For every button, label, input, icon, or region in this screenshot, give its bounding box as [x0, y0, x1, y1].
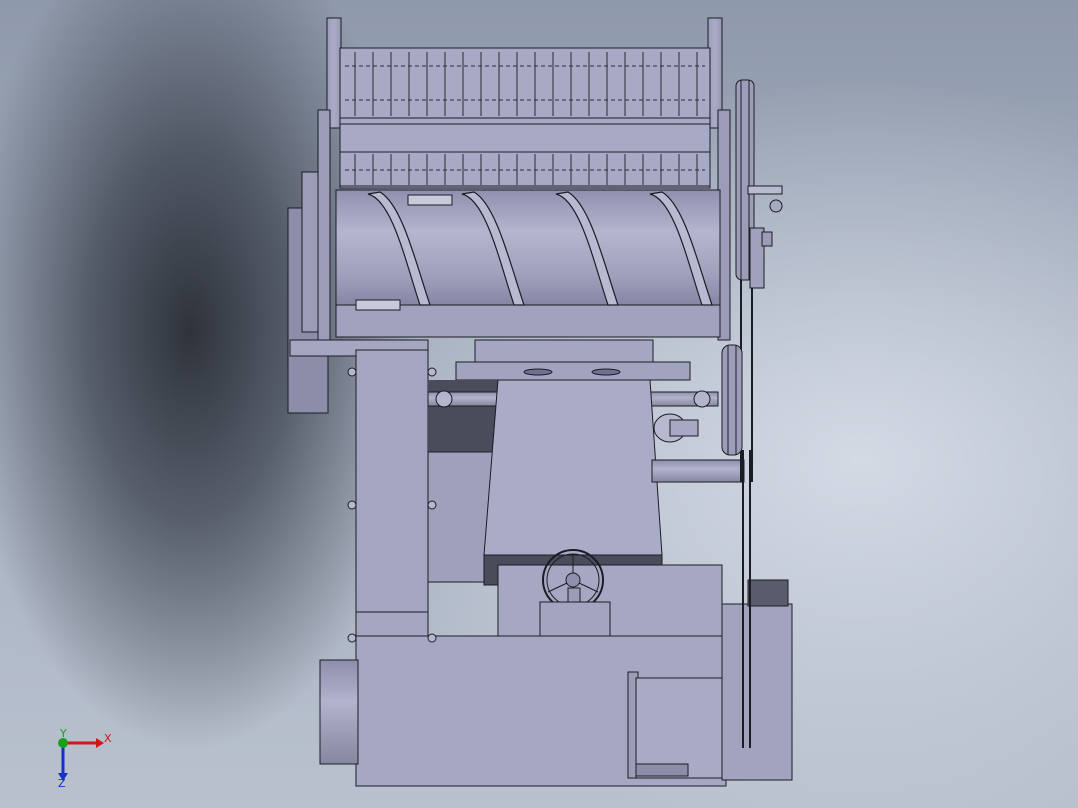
machine-model[interactable]: [0, 0, 1078, 808]
left-pipe: [301, 171, 319, 333]
bottom-bracket: [355, 299, 401, 311]
y-axis-label: Y: [60, 727, 67, 740]
discharge-funnel: [483, 379, 663, 556]
graphics-viewport[interactable]: X Y Z: [0, 0, 1078, 808]
top-bracket: [407, 194, 453, 206]
gearbox: [721, 603, 793, 781]
x-axis-label: X: [104, 732, 112, 745]
z-axis-label: Z: [58, 777, 66, 790]
middle-pulley[interactable]: [721, 344, 743, 456]
motor-end-cap: [319, 659, 359, 765]
